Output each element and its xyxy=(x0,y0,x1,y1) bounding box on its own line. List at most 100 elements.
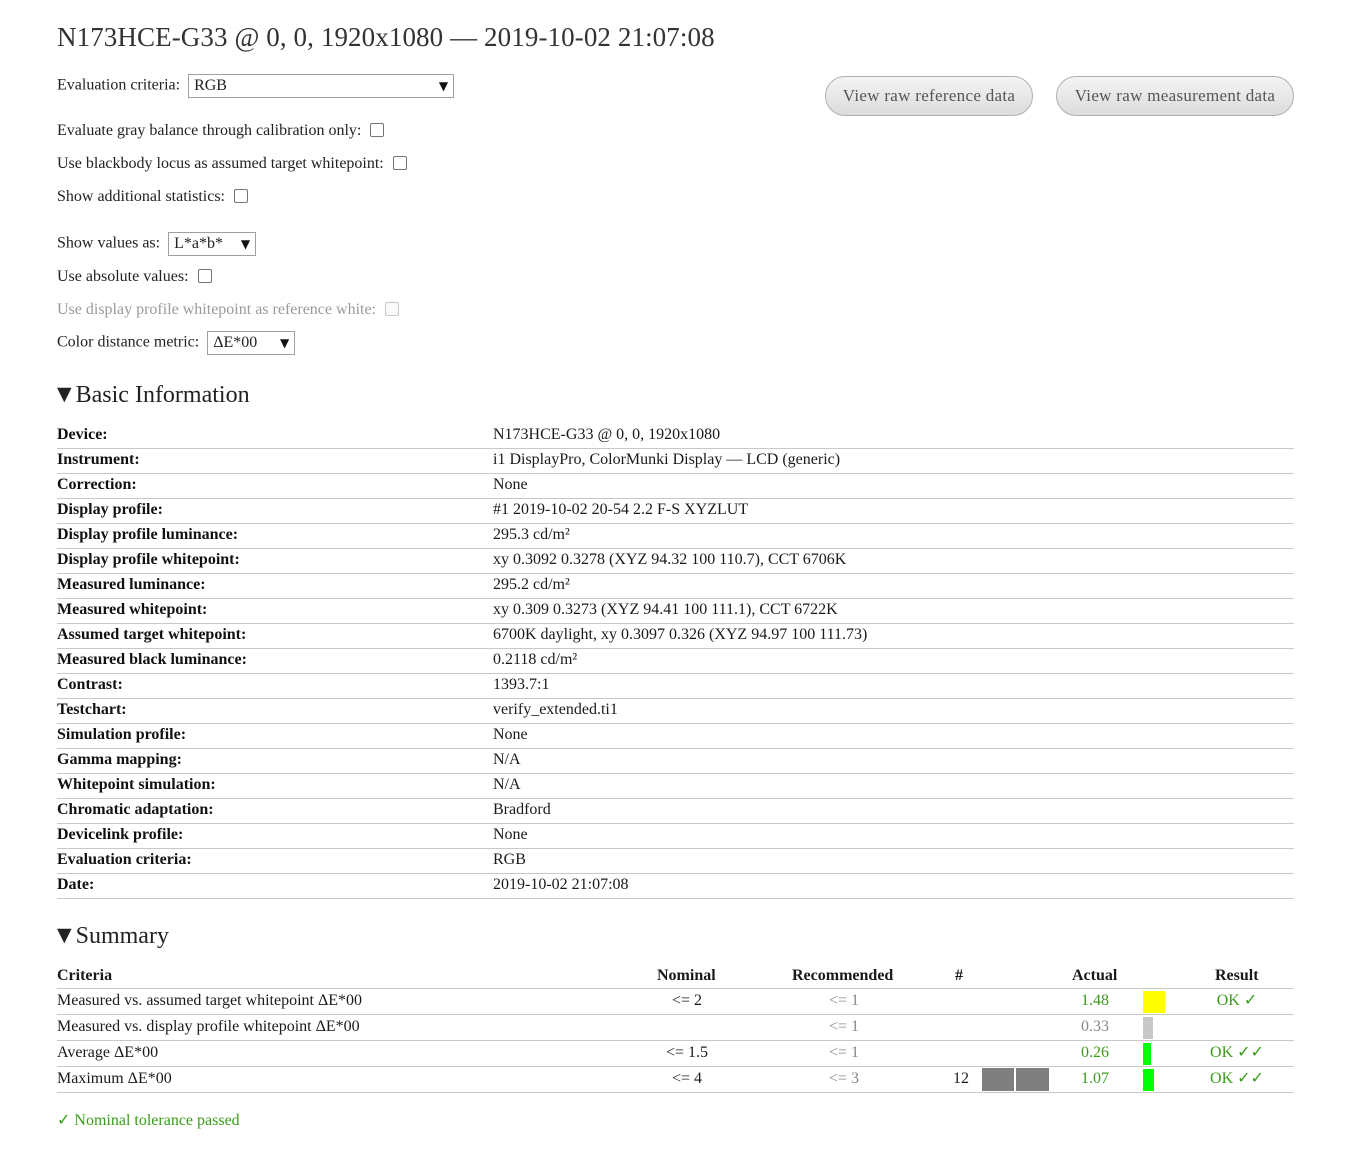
page-title: N173HCE-G33 @ 0, 0, 1920x1080 — 2019-10-… xyxy=(57,22,715,52)
recommended-cell: <= 1 xyxy=(828,1018,860,1035)
info-key: Contrast: xyxy=(57,676,123,693)
absolute-values-option: Use absolute values: xyxy=(57,267,212,287)
summary-row: Measured vs. assumed target whitepoint Δ… xyxy=(57,989,1294,1015)
info-key: Date: xyxy=(57,876,95,893)
blackbody-checkbox[interactable] xyxy=(392,156,407,170)
nominal-cell: <= 2 xyxy=(671,992,703,1009)
info-value: N/A xyxy=(493,776,521,793)
info-row: Date: 2019-10-02 21:07:08 xyxy=(57,874,1294,899)
info-row: Whitepoint simulation: N/A xyxy=(57,774,1294,799)
basic-info-title: Basic Information xyxy=(75,382,250,408)
summary-table-header: Criteria Nominal Recommended # Actual Re… xyxy=(57,965,1294,989)
collapse-triangle-icon: ▼ xyxy=(57,383,72,405)
evaluation-criteria-option: Evaluation criteria: RGB ▼ xyxy=(57,74,455,98)
info-key: Measured luminance: xyxy=(57,576,206,593)
info-value: 2019-10-02 21:07:08 xyxy=(493,876,629,893)
actual-bar xyxy=(1143,1017,1153,1039)
actual-header: Actual xyxy=(1072,967,1118,984)
result-cell: OK ✓ xyxy=(1216,992,1258,1009)
info-key: Device: xyxy=(57,426,108,443)
info-key: Assumed target whitepoint: xyxy=(57,626,247,643)
additional-stats-checkbox[interactable] xyxy=(234,189,248,203)
info-key: Correction: xyxy=(57,476,137,493)
result-cell: OK ✓✓ xyxy=(1210,1044,1264,1061)
nominal-header: Nominal xyxy=(657,967,716,984)
blackbody-option: Use blackbody locus as assumed target wh… xyxy=(57,154,407,174)
criteria-cell: Average ΔE*00 xyxy=(57,1044,159,1061)
nominal-cell: <= 4 xyxy=(671,1070,703,1087)
criteria-cell: Measured vs. assumed target whitepoint Δ… xyxy=(57,992,363,1009)
info-row: Chromatic adaptation: Bradford xyxy=(57,799,1294,824)
additional-stats-label: Show additional statistics: xyxy=(57,188,225,205)
result-header: Result xyxy=(1215,967,1259,984)
actual-bar xyxy=(1143,1043,1151,1065)
summary-row: Measured vs. display profile whitepoint … xyxy=(57,1015,1294,1041)
info-value: i1 DisplayPro, ColorMunki Display — LCD … xyxy=(493,451,841,468)
info-row: Gamma mapping: N/A xyxy=(57,749,1294,774)
actual-cell: 0.26 xyxy=(1081,1044,1109,1061)
evaluation-criteria-label: Evaluation criteria: xyxy=(57,76,181,94)
info-value: 295.3 cd/m² xyxy=(493,526,570,543)
info-row: Display profile luminance: 295.3 cd/m² xyxy=(57,524,1294,549)
info-key: Measured whitepoint: xyxy=(57,601,208,618)
count-cell: 12 xyxy=(953,1070,969,1087)
count-header: # xyxy=(955,967,963,984)
info-value: 1393.7:1 xyxy=(493,676,550,693)
criteria-cell: Measured vs. display profile whitepoint … xyxy=(57,1018,360,1035)
info-value: None xyxy=(493,826,528,843)
criteria-cell: Maximum ΔE*00 xyxy=(57,1070,172,1087)
info-key: Testchart: xyxy=(57,701,127,718)
basic-info-header[interactable]: ▼ Basic Information xyxy=(57,382,250,409)
blackbody-label: Use blackbody locus as assumed target wh… xyxy=(57,155,384,172)
tolerance-passed-message: ✓ Nominal tolerance passed xyxy=(57,1112,240,1129)
collapse-triangle-icon: ▼ xyxy=(57,924,72,946)
info-row: Display profile: #1 2019-10-02 20-54 2.2 … xyxy=(57,499,1294,524)
additional-stats-option: Show additional statistics: xyxy=(57,187,248,207)
info-key: Display profile whitepoint: xyxy=(57,551,240,568)
info-value: verify_extended.ti1 xyxy=(493,701,618,718)
info-key: Chromatic adaptation: xyxy=(57,801,214,818)
color-metric-label: Color distance metric: xyxy=(57,333,200,351)
display-profile-white-label: Use display profile whitepoint as refere… xyxy=(57,301,376,318)
info-row: Evaluation criteria: RGB xyxy=(57,849,1294,874)
evaluation-criteria-select[interactable]: RGB ▼ xyxy=(188,74,455,98)
actual-cell: 1.48 xyxy=(1081,992,1109,1009)
chevron-down-icon: ▼ xyxy=(279,336,290,350)
view-raw-reference-button[interactable]: View raw reference data xyxy=(825,76,1033,116)
color-metric-select[interactable]: ΔE*00 ▼ xyxy=(207,331,296,355)
info-value: xy 0.3092 0.3278 (XYZ 94.32 100 110.7), … xyxy=(493,551,847,568)
info-key: Evaluation criteria: xyxy=(57,851,192,868)
recommended-cell: <= 1 xyxy=(828,1044,860,1061)
info-key: Instrument: xyxy=(57,451,140,468)
info-row: Devicelink profile: None xyxy=(57,824,1294,849)
actual-cell: 1.07 xyxy=(1081,1070,1109,1087)
gray-balance-checkbox[interactable] xyxy=(370,123,385,137)
info-key: Devicelink profile: xyxy=(57,826,184,843)
info-key: Measured black luminance: xyxy=(57,651,247,668)
show-values-option: Show values as: L*a*b* ▼ xyxy=(57,232,257,256)
chevron-down-icon: ▼ xyxy=(438,79,449,93)
info-value: 0.2118 cd/m² xyxy=(493,651,578,668)
show-values-select[interactable]: L*a*b* ▼ xyxy=(168,232,257,256)
info-row: Correction: None xyxy=(57,474,1294,499)
info-value: #1 2019-10-02 20-54 2.2 F-S XYZLUT xyxy=(493,501,749,518)
summary-header[interactable]: ▼ Summary xyxy=(57,923,169,950)
info-row: Instrument: i1 DisplayPro, ColorMunki Dis… xyxy=(57,449,1294,474)
view-raw-measurement-button[interactable]: View raw measurement data xyxy=(1056,76,1294,116)
info-key: Display profile: xyxy=(57,501,163,518)
info-value: Bradford xyxy=(493,801,551,818)
show-values-label: Show values as: xyxy=(57,234,161,252)
gray-balance-label: Evaluate gray balance through calibratio… xyxy=(57,122,362,139)
info-value: xy 0.309 0.3273 (XYZ 94.41 100 111.1), C… xyxy=(493,601,838,618)
histogram-bar xyxy=(982,1068,1014,1091)
evaluation-criteria-value: RGB xyxy=(194,77,227,94)
info-row: Assumed target whitepoint: 6700K daylight… xyxy=(57,624,1294,649)
info-value: None xyxy=(493,476,528,493)
summary-row: Maximum ΔE*00 <= 4 <= 3 12 1.07 OK ✓✓ xyxy=(57,1067,1294,1093)
info-row: Display profile whitepoint: xy 0.3092 0.3… xyxy=(57,549,1294,574)
absolute-values-checkbox[interactable] xyxy=(197,269,212,283)
info-row: Contrast: 1393.7:1 xyxy=(57,674,1294,699)
info-value: N/A xyxy=(493,751,521,768)
info-key: Gamma mapping: xyxy=(57,751,182,768)
show-values-value: L*a*b* xyxy=(174,235,223,252)
